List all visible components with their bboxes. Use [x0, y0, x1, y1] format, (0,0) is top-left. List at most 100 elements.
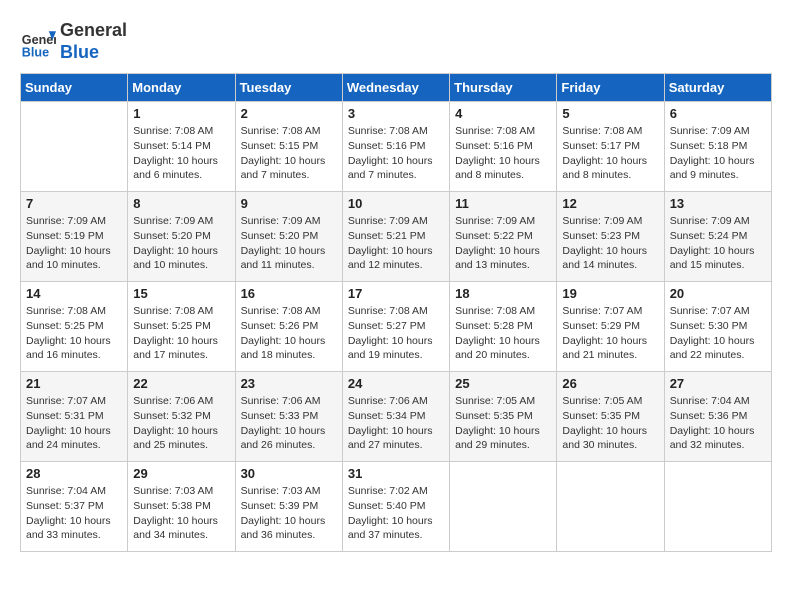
day-info: Sunrise: 7:05 AMSunset: 5:35 PMDaylight:… [455, 394, 551, 453]
day-info: Sunrise: 7:09 AMSunset: 5:23 PMDaylight:… [562, 214, 658, 273]
calendar-cell [450, 462, 557, 552]
day-number: 17 [348, 286, 444, 301]
week-row-1: 1 Sunrise: 7:08 AMSunset: 5:14 PMDaylight… [21, 102, 772, 192]
day-info: Sunrise: 7:08 AMSunset: 5:28 PMDaylight:… [455, 304, 551, 363]
day-number: 13 [670, 196, 766, 211]
calendar-cell: 23 Sunrise: 7:06 AMSunset: 5:33 PMDayligh… [235, 372, 342, 462]
day-number: 27 [670, 376, 766, 391]
day-info: Sunrise: 7:06 AMSunset: 5:32 PMDaylight:… [133, 394, 229, 453]
logo-icon: General Blue [20, 24, 56, 60]
calendar-cell: 20Sunrise: 7:07 AMSunset: 5:30 PMDayligh… [664, 282, 771, 372]
logo-line2: Blue [60, 42, 127, 64]
calendar-cell: 25 Sunrise: 7:05 AMSunset: 5:35 PMDayligh… [450, 372, 557, 462]
day-number: 5 [562, 106, 658, 121]
calendar-cell: 6 Sunrise: 7:09 AMSunset: 5:18 PMDaylight… [664, 102, 771, 192]
header-cell-friday: Friday [557, 74, 664, 102]
calendar-cell: 31Sunrise: 7:02 AMSunset: 5:40 PMDayligh… [342, 462, 449, 552]
header-cell-saturday: Saturday [664, 74, 771, 102]
day-info: Sunrise: 7:06 AMSunset: 5:33 PMDaylight:… [241, 394, 337, 453]
header-cell-thursday: Thursday [450, 74, 557, 102]
week-row-5: 28 Sunrise: 7:04 AMSunset: 5:37 PMDayligh… [21, 462, 772, 552]
day-number: 6 [670, 106, 766, 121]
header-cell-wednesday: Wednesday [342, 74, 449, 102]
calendar-cell: 29 Sunrise: 7:03 AMSunset: 5:38 PMDayligh… [128, 462, 235, 552]
day-number: 31 [348, 466, 444, 481]
day-info: Sunrise: 7:04 AMSunset: 5:36 PMDaylight:… [670, 394, 766, 453]
day-number: 11 [455, 196, 551, 211]
day-info: Sunrise: 7:09 AMSunset: 5:22 PMDaylight:… [455, 214, 551, 273]
calendar-cell: 21 Sunrise: 7:07 AMSunset: 5:31 PMDayligh… [21, 372, 128, 462]
day-number: 28 [26, 466, 122, 481]
calendar-cell: 28 Sunrise: 7:04 AMSunset: 5:37 PMDayligh… [21, 462, 128, 552]
day-number: 21 [26, 376, 122, 391]
day-info: Sunrise: 7:04 AMSunset: 5:37 PMDaylight:… [26, 484, 122, 543]
day-info: Sunrise: 7:09 AMSunset: 5:20 PMDaylight:… [241, 214, 337, 273]
day-info: Sunrise: 7:07 AMSunset: 5:31 PMDaylight:… [26, 394, 122, 453]
calendar-cell: 30Sunrise: 7:03 AMSunset: 5:39 PMDayligh… [235, 462, 342, 552]
day-info: Sunrise: 7:08 AMSunset: 5:25 PMDaylight:… [133, 304, 229, 363]
day-number: 29 [133, 466, 229, 481]
calendar-cell: 15 Sunrise: 7:08 AMSunset: 5:25 PMDayligh… [128, 282, 235, 372]
header-cell-sunday: Sunday [21, 74, 128, 102]
day-number: 3 [348, 106, 444, 121]
day-number: 9 [241, 196, 337, 211]
day-number: 23 [241, 376, 337, 391]
day-info: Sunrise: 7:09 AMSunset: 5:18 PMDaylight:… [670, 124, 766, 183]
day-number: 26 [562, 376, 658, 391]
calendar-cell: 12Sunrise: 7:09 AMSunset: 5:23 PMDayligh… [557, 192, 664, 282]
calendar-cell: 26 Sunrise: 7:05 AMSunset: 5:35 PMDayligh… [557, 372, 664, 462]
calendar-cell: 19Sunrise: 7:07 AMSunset: 5:29 PMDayligh… [557, 282, 664, 372]
calendar-body: 1 Sunrise: 7:08 AMSunset: 5:14 PMDaylight… [21, 102, 772, 552]
calendar-cell: 5 Sunrise: 7:08 AMSunset: 5:17 PMDaylight… [557, 102, 664, 192]
calendar-cell [664, 462, 771, 552]
day-info: Sunrise: 7:08 AMSunset: 5:25 PMDaylight:… [26, 304, 122, 363]
day-number: 2 [241, 106, 337, 121]
day-info: Sunrise: 7:05 AMSunset: 5:35 PMDaylight:… [562, 394, 658, 453]
day-number: 25 [455, 376, 551, 391]
day-number: 4 [455, 106, 551, 121]
day-number: 1 [133, 106, 229, 121]
calendar-cell [21, 102, 128, 192]
svg-text:Blue: Blue [22, 45, 49, 59]
day-number: 30 [241, 466, 337, 481]
calendar-cell: 14 Sunrise: 7:08 AMSunset: 5:25 PMDayligh… [21, 282, 128, 372]
week-row-3: 14 Sunrise: 7:08 AMSunset: 5:25 PMDayligh… [21, 282, 772, 372]
header-cell-monday: Monday [128, 74, 235, 102]
calendar-cell: 10Sunrise: 7:09 AMSunset: 5:21 PMDayligh… [342, 192, 449, 282]
day-info: Sunrise: 7:03 AMSunset: 5:38 PMDaylight:… [133, 484, 229, 543]
day-info: Sunrise: 7:08 AMSunset: 5:17 PMDaylight:… [562, 124, 658, 183]
day-number: 14 [26, 286, 122, 301]
calendar-cell: 16Sunrise: 7:08 AMSunset: 5:26 PMDayligh… [235, 282, 342, 372]
logo: General Blue General Blue [20, 20, 127, 63]
calendar-cell: 27 Sunrise: 7:04 AMSunset: 5:36 PMDayligh… [664, 372, 771, 462]
day-number: 20 [670, 286, 766, 301]
day-number: 16 [241, 286, 337, 301]
calendar-cell: 22Sunrise: 7:06 AMSunset: 5:32 PMDayligh… [128, 372, 235, 462]
day-info: Sunrise: 7:08 AMSunset: 5:16 PMDaylight:… [348, 124, 444, 183]
calendar-cell: 9 Sunrise: 7:09 AMSunset: 5:20 PMDaylight… [235, 192, 342, 282]
day-info: Sunrise: 7:08 AMSunset: 5:16 PMDaylight:… [455, 124, 551, 183]
day-info: Sunrise: 7:08 AMSunset: 5:14 PMDaylight:… [133, 124, 229, 183]
day-info: Sunrise: 7:09 AMSunset: 5:21 PMDaylight:… [348, 214, 444, 273]
logo-text: General Blue [60, 20, 127, 63]
day-info: Sunrise: 7:07 AMSunset: 5:29 PMDaylight:… [562, 304, 658, 363]
day-number: 7 [26, 196, 122, 211]
calendar-cell: 1 Sunrise: 7:08 AMSunset: 5:14 PMDaylight… [128, 102, 235, 192]
calendar-cell: 11 Sunrise: 7:09 AMSunset: 5:22 PMDayligh… [450, 192, 557, 282]
day-info: Sunrise: 7:09 AMSunset: 5:20 PMDaylight:… [133, 214, 229, 273]
calendar-cell: 18Sunrise: 7:08 AMSunset: 5:28 PMDayligh… [450, 282, 557, 372]
calendar-table: SundayMondayTuesdayWednesdayThursdayFrid… [20, 73, 772, 552]
calendar-cell: 4 Sunrise: 7:08 AMSunset: 5:16 PMDaylight… [450, 102, 557, 192]
calendar-cell: 2Sunrise: 7:08 AMSunset: 5:15 PMDaylight… [235, 102, 342, 192]
week-row-2: 7Sunrise: 7:09 AMSunset: 5:19 PMDaylight… [21, 192, 772, 282]
calendar-header: SundayMondayTuesdayWednesdayThursdayFrid… [21, 74, 772, 102]
week-row-4: 21 Sunrise: 7:07 AMSunset: 5:31 PMDayligh… [21, 372, 772, 462]
calendar-cell: 13Sunrise: 7:09 AMSunset: 5:24 PMDayligh… [664, 192, 771, 282]
day-number: 15 [133, 286, 229, 301]
header-cell-tuesday: Tuesday [235, 74, 342, 102]
page-header: General Blue General Blue [20, 20, 772, 63]
header-row: SundayMondayTuesdayWednesdayThursdayFrid… [21, 74, 772, 102]
calendar-cell: 3 Sunrise: 7:08 AMSunset: 5:16 PMDaylight… [342, 102, 449, 192]
calendar-cell: 8Sunrise: 7:09 AMSunset: 5:20 PMDaylight… [128, 192, 235, 282]
calendar-cell [557, 462, 664, 552]
